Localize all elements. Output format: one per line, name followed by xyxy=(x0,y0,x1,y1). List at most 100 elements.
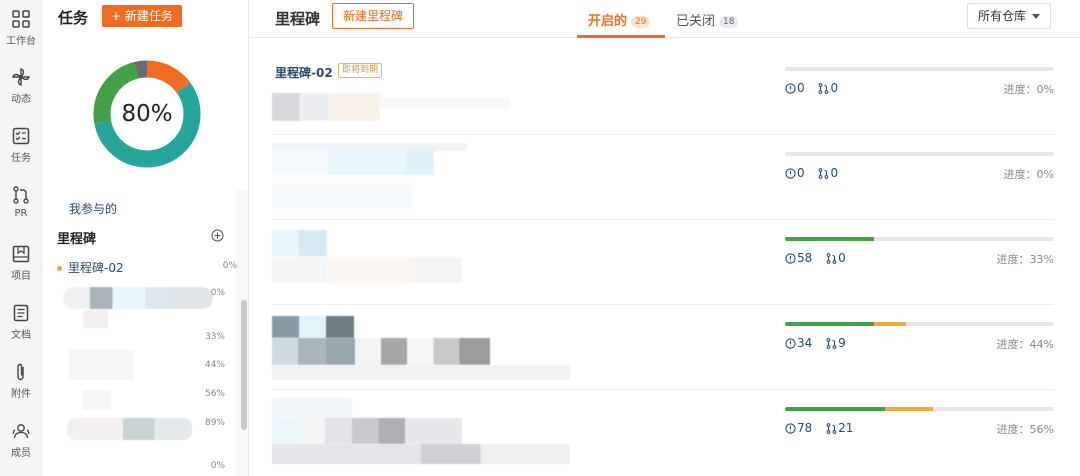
active-tab-indicator xyxy=(577,35,665,38)
progress-text: 进度：33% xyxy=(997,251,1054,267)
milestone-list-item[interactable]: 里程碑-02 0% xyxy=(57,259,237,276)
milestone-card-title[interactable]: 里程碑-02 xyxy=(275,64,333,81)
redacted-description xyxy=(272,257,462,283)
progress-text: 进度：44% xyxy=(997,336,1054,352)
progress-label: 进度： xyxy=(996,338,1030,351)
issue-count: 34 xyxy=(797,336,813,350)
redacted-milestone-name xyxy=(83,310,108,328)
tab-closed[interactable]: 已关闭 18 xyxy=(676,10,739,29)
milestone-card[interactable]: 78 21 进度：56% xyxy=(272,390,1054,476)
rail-item-tasks[interactable]: 任务 xyxy=(0,127,42,164)
milestone-card[interactable]: 里程碑-02 即将到期 0 0 进度：0% xyxy=(272,50,1054,135)
pr-count: 21 xyxy=(838,421,854,435)
milestone-percent: 44% xyxy=(204,360,225,370)
progress-bar-done xyxy=(785,237,874,241)
progress-label: 进度： xyxy=(1003,168,1037,181)
issue-count: 0 xyxy=(797,81,805,95)
progress-text: 进度：56% xyxy=(997,421,1054,437)
rail-item-pr[interactable]: PR xyxy=(0,186,42,219)
milestone-card[interactable]: 0 0 进度：0% xyxy=(272,135,1054,220)
repo-filter-dropdown[interactable]: 所有仓库 xyxy=(967,3,1051,29)
rail-item-docs[interactable]: 文档 xyxy=(0,304,42,341)
task-panel: 任务 + 新建任务 80% 我参与的 里程碑 里程碑-02 0% 0% 33% … xyxy=(43,0,249,476)
issue-icon xyxy=(785,83,796,94)
chevron-down-icon xyxy=(1032,14,1040,19)
redacted-description xyxy=(300,93,380,121)
progress-bar-done xyxy=(785,407,885,411)
progress-bar xyxy=(785,407,1054,411)
progress-value: 0% xyxy=(1036,168,1054,181)
progress-bar-in-progress xyxy=(873,322,907,326)
rail-label-tasks: 任务 xyxy=(11,153,31,164)
milestone-percent: 89% xyxy=(204,418,225,428)
milestone-heading: 里程碑 xyxy=(57,232,97,247)
progress-value: 33% xyxy=(1029,253,1054,266)
progress-bar-done xyxy=(785,322,874,326)
redacted-description xyxy=(272,183,412,209)
redacted-milestone-name xyxy=(63,287,213,309)
milestone-card[interactable]: 58 0 进度：33% xyxy=(272,220,1054,305)
pinwheel-icon xyxy=(12,68,30,86)
pr-count: 0 xyxy=(830,81,839,95)
progress-value: 0% xyxy=(1036,83,1054,96)
redacted-description xyxy=(380,98,510,108)
dashboard-icon xyxy=(12,10,30,28)
redacted-title xyxy=(272,316,354,338)
rail-item-project[interactable]: 项目 xyxy=(0,245,42,282)
milestone-card[interactable]: 34 9 进度：44% xyxy=(272,305,1054,390)
document-icon xyxy=(13,304,29,322)
rail-label-dashboard: 工作台 xyxy=(6,36,36,47)
rail-label-activity: 动态 xyxy=(11,94,31,105)
pull-request-icon xyxy=(819,168,829,179)
progress-value: 56% xyxy=(1029,423,1054,436)
panel-scrollbar-thumb[interactable] xyxy=(241,300,247,430)
redacted-description xyxy=(272,338,490,365)
milestone-stats: 0 0 xyxy=(785,166,838,180)
repo-filter-value: 所有仓库 xyxy=(978,9,1027,23)
rail-label-docs: 文档 xyxy=(11,330,31,341)
participated-filter[interactable]: 我参与的 xyxy=(69,200,117,217)
rail-label-attachments: 附件 xyxy=(11,389,31,400)
rail-item-attachments[interactable]: 附件 xyxy=(0,363,42,400)
progress-bar xyxy=(785,152,1054,156)
progress-label: 进度： xyxy=(996,253,1030,266)
rail-item-members[interactable]: 成员 xyxy=(0,422,42,459)
task-icon xyxy=(12,127,30,145)
tab-open[interactable]: 开启的 29 xyxy=(588,10,651,29)
page-title: 里程碑 xyxy=(275,10,321,28)
rail-item-dashboard[interactable]: 工作台 xyxy=(0,10,42,47)
redacted-description xyxy=(272,365,570,380)
new-task-button[interactable]: + 新建任务 xyxy=(102,5,182,27)
paperclip-icon xyxy=(17,363,24,381)
issue-icon xyxy=(785,253,796,264)
progress-bar xyxy=(785,67,1054,71)
redacted-milestone-name xyxy=(69,350,134,380)
project-icon xyxy=(12,245,30,263)
top-bar: 里程碑 新建里程碑 开启的 29 已关闭 18 所有仓库 xyxy=(250,0,1080,38)
progress-label: 进度： xyxy=(996,423,1030,436)
milestone-status-dot xyxy=(57,266,62,271)
panel-title: 任务 xyxy=(58,9,89,27)
rail-label-members: 成员 xyxy=(11,448,31,459)
pull-request-icon xyxy=(819,83,829,94)
redacted-title xyxy=(272,230,327,256)
donut-percent: 80% xyxy=(121,101,173,127)
pull-request-icon xyxy=(826,423,837,434)
rail-label-project: 项目 xyxy=(11,271,31,282)
milestone-name: 里程碑-02 xyxy=(68,261,124,275)
progress-text: 进度：0% xyxy=(1004,166,1054,182)
progress-bar-in-progress xyxy=(884,407,933,411)
issue-icon xyxy=(785,423,796,434)
rail-label-pr: PR xyxy=(14,208,28,219)
add-milestone-icon[interactable] xyxy=(211,229,224,242)
milestone-stats: 58 0 xyxy=(785,251,846,265)
main-content: 里程碑 新建里程碑 开启的 29 已关闭 18 所有仓库 里程碑-02 即将到期 0… xyxy=(250,0,1080,476)
milestone-percent: 33% xyxy=(204,332,225,342)
pull-request-icon xyxy=(13,186,29,204)
redacted-title xyxy=(272,398,352,418)
rail-item-activity[interactable]: 动态 xyxy=(0,68,42,105)
new-milestone-button[interactable]: 新建里程碑 xyxy=(332,3,414,29)
redacted-description xyxy=(272,444,570,464)
milestone-stats: 78 21 xyxy=(785,421,853,435)
pr-count: 0 xyxy=(830,166,839,180)
